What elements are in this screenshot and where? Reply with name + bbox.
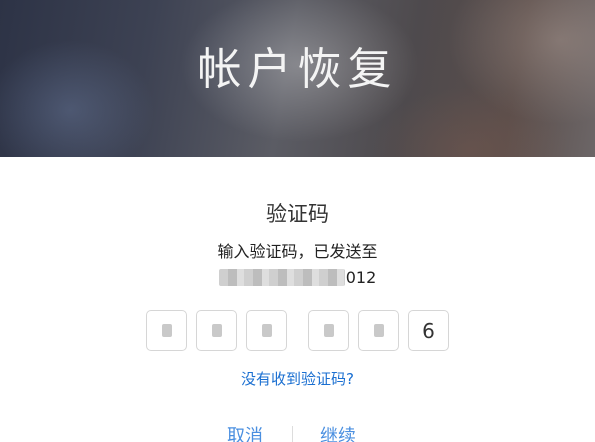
masked-digit	[261, 324, 272, 337]
masked-digit	[211, 324, 222, 337]
code-digit-3[interactable]	[246, 310, 287, 351]
cancel-button[interactable]: 取消	[227, 426, 263, 442]
verification-instruction: 输入验证码，已发送至	[217, 242, 378, 261]
verification-heading: 验证码	[266, 202, 329, 226]
masked-phone-number: 012	[0, 268, 595, 287]
masked-digit	[161, 324, 172, 337]
code-digit-5[interactable]	[358, 310, 399, 351]
code-digit-1[interactable]	[146, 310, 187, 351]
code-digit-2[interactable]	[196, 310, 237, 351]
code-input-group: 6	[0, 310, 595, 351]
masked-digit	[323, 324, 334, 337]
masked-digit	[373, 324, 384, 337]
header-banner: 帐户恢复	[0, 0, 595, 157]
code-digit-6[interactable]: 6	[408, 310, 449, 351]
masked-number-blur	[218, 269, 345, 286]
continue-button[interactable]: 继续	[320, 426, 356, 442]
action-divider	[292, 426, 293, 442]
resend-code-link[interactable]: 没有收到验证码?	[0, 368, 595, 389]
phone-suffix: 012	[345, 268, 377, 287]
page-title: 帐户恢复	[197, 44, 398, 95]
code-digit-4[interactable]	[308, 310, 349, 351]
action-bar: 取消 继续	[0, 426, 595, 442]
code-digit-value: 6	[422, 318, 435, 343]
